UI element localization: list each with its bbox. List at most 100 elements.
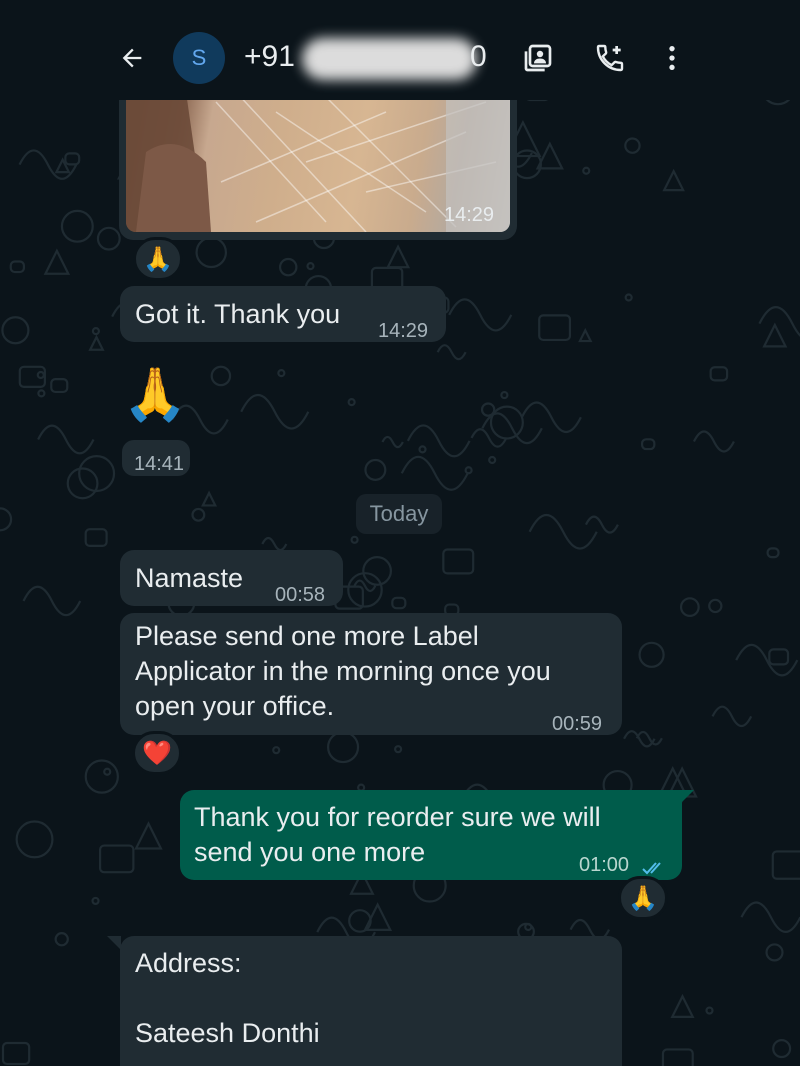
wallpaper-doodle [768,648,790,666]
pray-emoji: 🙏 [628,884,658,912]
wallpaper-doodle [464,466,473,475]
wallpaper-doodle [91,327,101,336]
wallpaper-doodle [277,369,286,378]
message-text: Address: Sateesh Donthi [135,946,320,1051]
wallpaper-doodle [766,547,780,559]
wallpaper-doodle [448,298,513,332]
message-time: 01:00 [579,854,630,876]
wallpaper-doodle [662,168,685,192]
message-text: Thank you for reorder sure we will send … [194,800,601,870]
message-line: Please send one more Label [135,621,479,651]
wallpaper-doodle [201,490,218,507]
message-text: Got it. Thank you [135,299,341,329]
wallpaper-doodle [624,293,633,302]
message-line: Address: [135,948,242,978]
wallpaper-doodle [43,248,71,275]
wallpaper-doodle [381,435,404,449]
wallpaper-doodle [705,1006,714,1015]
wallpaper-doodle [582,166,591,175]
wallpaper-doodle [96,226,121,251]
wallpaper-doodle [327,731,360,764]
message-time: 14:29 [378,320,429,342]
wallpaper-doodle [765,943,784,962]
wallpaper-doodle [0,507,13,532]
wallpaper-doodle [670,993,695,1018]
message-time: 14:41 [134,453,185,475]
wallpaper-doodle [261,536,288,552]
message-time: 14:29 [444,204,495,226]
date-divider: Today [356,494,442,534]
wallpaper-doodle [740,901,800,933]
message-line: Sateesh Donthi [135,1018,320,1048]
wallpaper-doodle [84,759,119,794]
wallpaper-doodle [134,821,163,850]
message-time: 00:59 [552,713,603,735]
wallpaper-doodle [762,322,788,348]
message-line [135,981,320,1016]
wallpaper-doodle [1,316,30,345]
wallpaper-doodle [18,365,46,388]
wallpaper-doodle [391,596,407,610]
wallpaper-doodle [1,1041,31,1066]
message-text: Namaste [135,563,244,593]
wallpaper-doodle [60,209,94,243]
contact-name[interactable]: +91 [244,40,295,74]
wallpaper-doodle [578,327,593,343]
wallpaper-doodle [442,548,475,575]
avatar-letter: S [191,45,207,70]
wallpaper-doodle [538,314,572,342]
outgoing-message[interactable]: Thank you for reorder sure we will send … [180,790,682,880]
message-reaction[interactable]: 🙏 [618,876,668,920]
incoming-message[interactable]: Please send one more Label Applicator in… [120,613,622,735]
wallpaper-doodle [661,1048,694,1066]
wallpaper-doodle [9,260,26,274]
image-message[interactable]: 14:29 [119,92,517,240]
avatar[interactable]: S [173,32,225,84]
wallpaper-doodle [210,365,232,387]
wallpaper-doodle [64,152,81,166]
wallpaper-doodle [708,598,723,614]
wallpaper-doodle [512,149,542,180]
wallpaper-doodle [50,378,69,394]
wallpaper-doodle [771,850,800,880]
wallpaper-doodle [278,257,298,277]
wallpaper-doodle [37,389,46,398]
emoji-time-pill: 14:41 [122,440,190,476]
incoming-message[interactable]: Namaste 00:58 [120,550,343,606]
wallpaper-doodle [36,370,45,380]
message-reaction[interactable]: 🙏 [133,237,183,281]
incoming-message[interactable]: Got it. Thank you 14:29 [120,286,446,342]
more-vertical-icon[interactable] [652,38,692,78]
add-call-icon[interactable] [590,38,630,78]
wallpaper-doodle [584,515,619,534]
wallpaper-doodle [103,767,112,776]
message-time: 00:58 [275,584,326,606]
contact-card-icon[interactable] [518,38,558,78]
wallpaper-doodle [406,424,471,458]
message-line: send you one more [194,837,426,867]
pray-emoji: 🙏 [122,366,188,424]
incoming-message[interactable]: Address: Sateesh Donthi [120,936,622,1066]
message-line: Applicator in the morning once you [135,656,551,686]
wallpaper-doodle [528,513,598,550]
wallpaper-doodle [37,424,95,455]
wallpaper-doodle [520,401,582,434]
wallpaper-doodle [191,507,206,522]
back-arrow-icon[interactable] [112,38,152,78]
wallpaper-doodle [54,932,69,947]
wallpaper-doodle [54,157,71,174]
wallpaper-doodle [347,397,356,407]
wallpaper-doodle [348,909,372,933]
wallpaper-doodle [772,1039,792,1059]
chat-header: S +91 0 [0,0,800,100]
wallpaper-doodle [709,366,729,382]
wallpaper-doodle [640,438,656,451]
wallpaper-doodle [364,458,387,481]
emoji-message[interactable]: 🙏 [120,360,190,430]
message-reaction[interactable]: ❤️ [132,731,182,775]
wallpaper-doodle [350,535,359,544]
wallpaper-doodle [488,455,497,465]
contact-name-tail: 0 [470,40,487,73]
wallpaper-doodle [195,236,228,269]
wallpaper-doodle [88,334,105,351]
